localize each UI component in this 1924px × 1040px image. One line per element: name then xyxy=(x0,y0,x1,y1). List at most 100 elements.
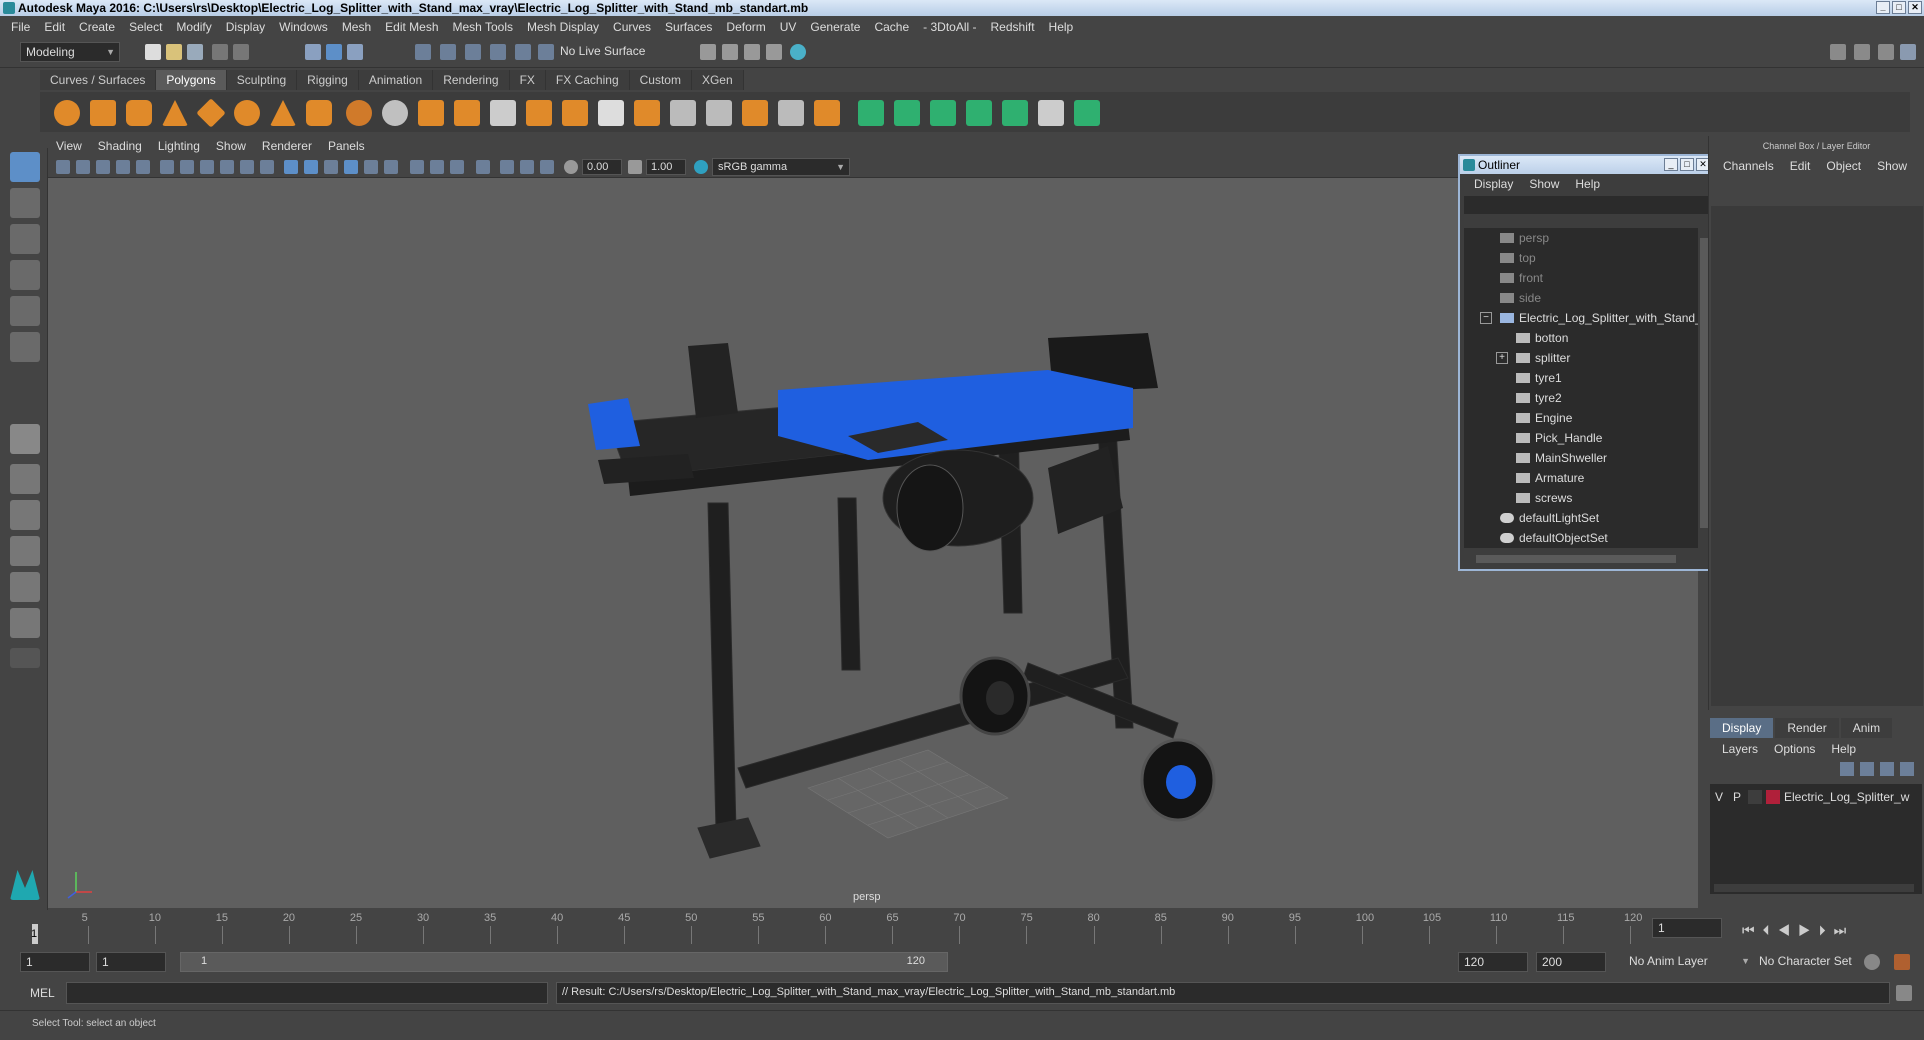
menu-cache[interactable]: Cache xyxy=(867,20,916,34)
uv-editor-icon[interactable] xyxy=(1038,100,1064,126)
single-perspective-layout-icon[interactable] xyxy=(10,424,40,454)
select-object-icon[interactable] xyxy=(326,44,342,60)
graph-layout-icon[interactable] xyxy=(10,572,40,602)
shelf-tab-custom[interactable]: Custom xyxy=(629,70,692,90)
poly-pipe-icon[interactable] xyxy=(306,100,332,126)
move-layer-down-icon[interactable] xyxy=(1860,762,1874,776)
outliner-maximize-button[interactable]: □ xyxy=(1680,158,1694,171)
menu-edit[interactable]: Edit xyxy=(37,20,72,34)
outliner-menu-help[interactable]: Help xyxy=(1567,177,1608,191)
script-editor-icon[interactable] xyxy=(1896,985,1912,1001)
channel-menu-edit[interactable]: Edit xyxy=(1782,159,1819,173)
new-layer-selected-icon[interactable] xyxy=(1900,762,1914,776)
poly-torus-icon[interactable] xyxy=(234,100,260,126)
shadows-icon[interactable] xyxy=(384,160,398,174)
xray-icon[interactable] xyxy=(500,160,514,174)
render-frame-icon[interactable] xyxy=(700,44,716,60)
outliner-item[interactable]: defaultObjectSet xyxy=(1500,528,1608,548)
outliner-expander-icon[interactable]: + xyxy=(1496,352,1508,364)
gamma-field[interactable]: 1.00 xyxy=(646,159,686,175)
xray-components-icon[interactable] xyxy=(540,160,554,174)
multi-cut-icon[interactable] xyxy=(706,100,732,126)
shelf-tab-fx-caching[interactable]: FX Caching xyxy=(545,70,630,90)
live-surface-field[interactable]: No Live Surface xyxy=(555,42,655,62)
target-weld-icon[interactable] xyxy=(742,100,768,126)
menu-windows[interactable]: Windows xyxy=(272,20,335,34)
select-tool-icon[interactable] xyxy=(10,152,40,182)
separate-icon[interactable] xyxy=(382,100,408,126)
layer-menu-layers[interactable]: Layers xyxy=(1714,742,1766,756)
outliner-item[interactable]: MainShweller xyxy=(1516,448,1607,468)
attribute-editor-icon[interactable] xyxy=(1854,44,1870,60)
rotate-tool-icon[interactable] xyxy=(10,296,40,326)
use-lights-icon[interactable] xyxy=(364,160,378,174)
time-slider[interactable]: 1 5 10 15 20 25 30 35 40 45 50 55 60 65 70 75 80 85 90 95 1… xyxy=(28,910,1648,946)
menu--3dtoall-[interactable]: - 3DtoAll - xyxy=(916,20,983,34)
outliner-item[interactable]: botton xyxy=(1516,328,1568,348)
panel-menu-renderer[interactable]: Renderer xyxy=(254,139,320,153)
poly-sphere-icon[interactable] xyxy=(54,100,80,126)
outliner-horizontal-scrollbar[interactable] xyxy=(1464,553,1700,565)
wireframe-icon[interactable] xyxy=(284,160,298,174)
shelf-tab-sculpting[interactable]: Sculpting xyxy=(226,70,298,90)
menu-create[interactable]: Create xyxy=(72,20,122,34)
playback-end-field[interactable]: 120 xyxy=(1458,952,1528,972)
outliner-item[interactable]: Engine xyxy=(1516,408,1572,428)
modeling-toolkit-icon[interactable] xyxy=(1830,44,1846,60)
outliner-item[interactable]: splitter xyxy=(1516,348,1570,368)
layer-playback-toggle[interactable]: P xyxy=(1730,790,1744,804)
close-button[interactable]: ✕ xyxy=(1908,1,1922,14)
safe-action-icon[interactable] xyxy=(260,160,274,174)
open-scene-icon[interactable] xyxy=(166,44,182,60)
layer-color-swatch[interactable] xyxy=(1766,790,1780,804)
layer-horizontal-scrollbar[interactable] xyxy=(1714,884,1914,892)
extract-icon[interactable] xyxy=(418,100,444,126)
animation-preferences-icon[interactable] xyxy=(1894,954,1910,970)
outliner-expander-icon[interactable]: − xyxy=(1480,312,1492,324)
perspective-viewport[interactable]: persp xyxy=(48,178,1698,908)
outliner-item[interactable]: screws xyxy=(1516,488,1572,508)
maximize-button[interactable]: □ xyxy=(1892,1,1906,14)
gamma-icon[interactable] xyxy=(628,160,642,174)
booleans-icon[interactable] xyxy=(490,100,516,126)
outliner-item[interactable]: top xyxy=(1500,248,1536,268)
undo-icon[interactable] xyxy=(212,44,228,60)
select-component-icon[interactable] xyxy=(347,44,363,60)
screen-space-ao-icon[interactable] xyxy=(410,160,424,174)
menu-deform[interactable]: Deform xyxy=(719,20,772,34)
menu-mesh[interactable]: Mesh xyxy=(335,20,378,34)
shelf-tab-xgen[interactable]: XGen xyxy=(691,70,744,90)
snap-curve-icon[interactable] xyxy=(440,44,456,60)
shelf-tab-fx[interactable]: FX xyxy=(509,70,546,90)
save-scene-icon[interactable] xyxy=(187,44,203,60)
layer-tab-display[interactable]: Display xyxy=(1710,718,1774,738)
bevel-icon[interactable] xyxy=(634,100,660,126)
channel-box-area[interactable] xyxy=(1711,206,1923,706)
layer-visibility-toggle[interactable]: V xyxy=(1712,790,1726,804)
shelf-tab-rigging[interactable]: Rigging xyxy=(297,70,359,90)
cylindrical-uv-icon[interactable] xyxy=(894,100,920,126)
menu-uv[interactable]: UV xyxy=(773,20,804,34)
anim-layer-dropdown[interactable]: No Anim Layer ▼ xyxy=(1624,952,1754,972)
paint-select-tool-icon[interactable] xyxy=(10,224,40,254)
menu-edit-mesh[interactable]: Edit Mesh xyxy=(378,20,445,34)
outliner-item[interactable]: Armature xyxy=(1516,468,1584,488)
outliner-item[interactable]: side xyxy=(1500,288,1541,308)
redo-icon[interactable] xyxy=(233,44,249,60)
menu-redshift[interactable]: Redshift xyxy=(984,20,1042,34)
move-layer-up-icon[interactable] xyxy=(1840,762,1854,776)
image-plane-icon[interactable] xyxy=(96,160,110,174)
menu-help[interactable]: Help xyxy=(1042,20,1081,34)
panel-menu-lighting[interactable]: Lighting xyxy=(150,139,208,153)
layer-row[interactable]: V P Electric_Log_Splitter_w xyxy=(1712,788,1909,806)
center-pivot-icon[interactable] xyxy=(814,100,840,126)
outliner-item[interactable]: defaultLightSet xyxy=(1500,508,1599,528)
poly-cone-icon[interactable] xyxy=(162,100,188,126)
shelf-tab-curves-surfaces[interactable]: Curves / Surfaces xyxy=(40,70,157,90)
animation-end-field[interactable]: 200 xyxy=(1536,952,1606,972)
four-view-layout-icon[interactable] xyxy=(10,464,40,494)
smooth-shade-icon[interactable] xyxy=(304,160,318,174)
panel-menu-view[interactable]: View xyxy=(48,139,90,153)
menu-mesh-display[interactable]: Mesh Display xyxy=(520,20,606,34)
grid-icon[interactable] xyxy=(160,160,174,174)
